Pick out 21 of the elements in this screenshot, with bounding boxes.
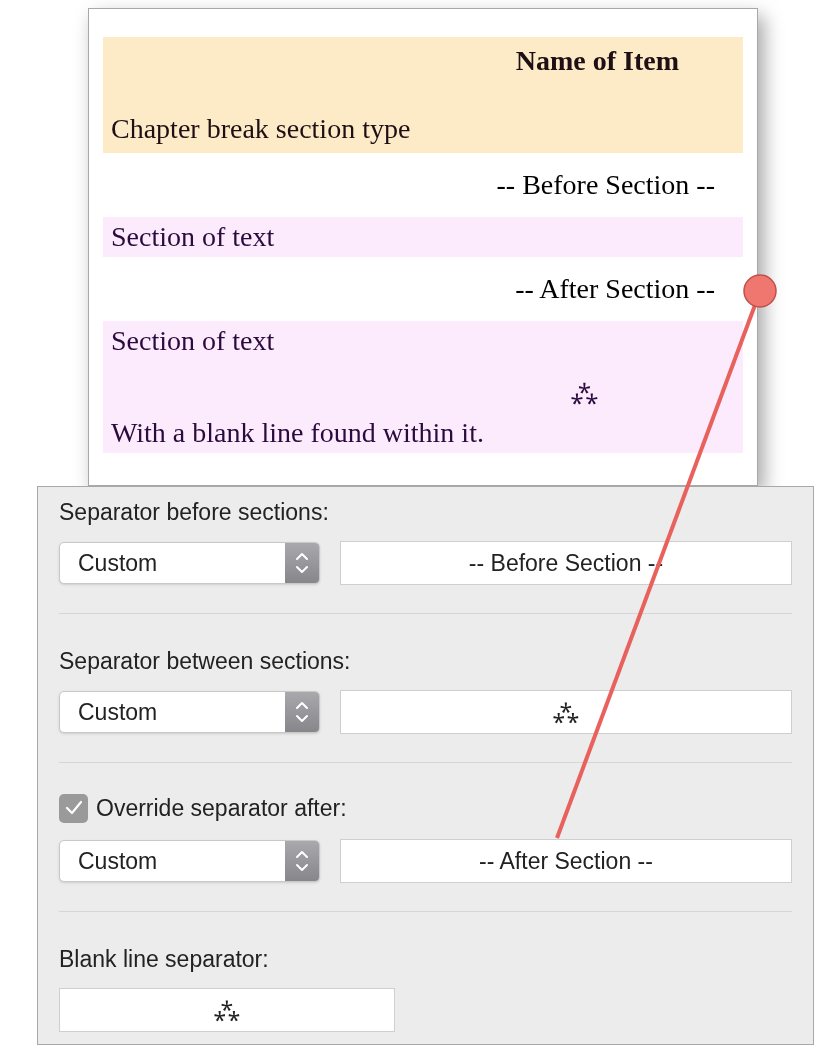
separator-text: -- Before Section -- xyxy=(496,168,715,202)
text-field[interactable]: -- After Section -- xyxy=(340,839,792,883)
setting-label: Blank line separator: xyxy=(59,945,270,972)
text-field[interactable]: ⁂ xyxy=(340,690,792,734)
text-field[interactable]: ⁂ xyxy=(59,988,395,1032)
popup-select[interactable]: Custom xyxy=(59,840,320,882)
select-value: Custom xyxy=(77,548,159,578)
separator-text: -- After Section -- xyxy=(515,272,715,306)
item-title: Name of Item xyxy=(515,44,679,78)
popup-select[interactable]: Custom xyxy=(59,691,320,733)
popup-select[interactable]: Custom xyxy=(59,542,320,584)
checkbox-label: Override separator after: xyxy=(96,793,347,823)
section-text: Section of text xyxy=(111,324,275,358)
section-text: Section of text xyxy=(111,220,275,254)
select-value: Custom xyxy=(77,846,159,876)
setting-label: Separator before sections: xyxy=(59,498,330,525)
asterism-text: ⁂ xyxy=(571,379,598,408)
section-text: With a blank line found within it. xyxy=(111,416,484,450)
select-value: Custom xyxy=(77,697,159,727)
setting-label: Separator between sections: xyxy=(59,647,352,674)
section-type-text: Chapter break section type xyxy=(111,112,411,146)
